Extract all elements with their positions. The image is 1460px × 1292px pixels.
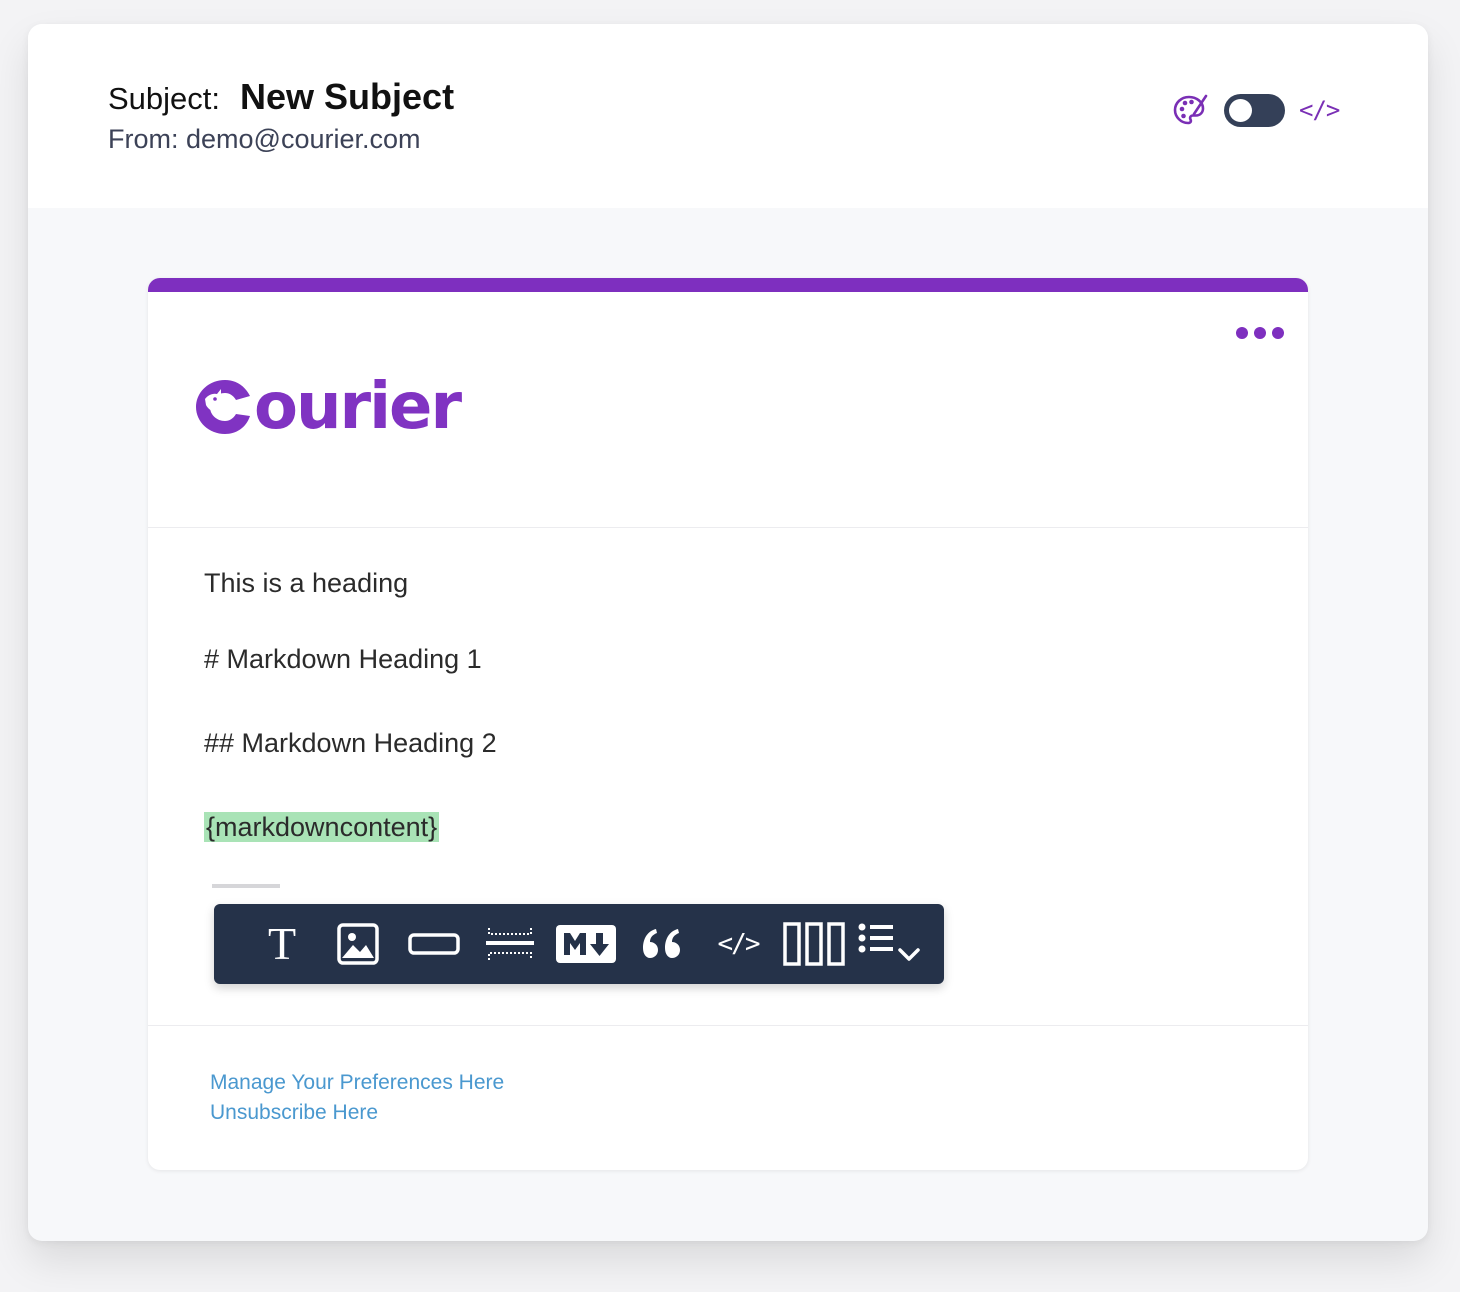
list-block-icon	[858, 923, 920, 961]
text-block-button[interactable]: T	[244, 904, 320, 984]
preview-toggle[interactable]	[1224, 93, 1285, 127]
palette-icon[interactable]	[1172, 92, 1208, 128]
image-block-icon	[337, 923, 379, 965]
brand-accent-bar	[148, 278, 1308, 292]
image-block-button[interactable]	[320, 904, 396, 984]
columns-block-icon	[783, 922, 845, 966]
from-address[interactable]: demo@courier.com	[186, 124, 421, 154]
divider-block-icon	[486, 928, 534, 960]
code-block-icon: </>	[717, 929, 761, 959]
quote-block-button[interactable]	[624, 904, 700, 984]
action-block-button[interactable]	[396, 904, 472, 984]
dot	[1254, 327, 1266, 339]
list-block-button[interactable]	[852, 904, 928, 984]
subject-line: Subject: New Subject	[108, 76, 454, 118]
editor-window: Subject: New Subject From: demo@courier.…	[28, 24, 1428, 1241]
more-options-icon[interactable]	[1236, 322, 1284, 344]
footer-divider	[148, 1025, 1308, 1026]
header-tools: </>	[1172, 90, 1340, 130]
text-block-icon: T	[267, 918, 297, 969]
unsubscribe-link[interactable]: Unsubscribe Here	[210, 1098, 504, 1128]
markdown-block-button[interactable]	[548, 904, 624, 984]
from-line: From: demo@courier.com	[108, 124, 421, 155]
courier-logo: ourier	[192, 372, 472, 442]
footer-links: Manage Your Preferences Here Unsubscribe…	[210, 1068, 504, 1128]
variable-line: {markdowncontent}	[204, 812, 440, 843]
drag-handle-line	[212, 884, 280, 888]
email-card: ourier This is a heading # Markdown Head…	[148, 278, 1308, 1170]
markdown-heading-1[interactable]: # Markdown Heading 1	[204, 644, 482, 675]
dot	[1236, 327, 1248, 339]
manage-preferences-link[interactable]: Manage Your Preferences Here	[210, 1068, 504, 1098]
logo-wordmark: ourier	[254, 370, 462, 444]
dot	[1272, 327, 1284, 339]
subject-label: Subject:	[108, 81, 221, 116]
quote-block-icon	[643, 929, 680, 958]
action-button-block-icon	[408, 933, 460, 955]
block-toolbar: T </>	[214, 904, 944, 984]
code-view-icon[interactable]: </>	[1299, 96, 1340, 124]
toggle-knob	[1229, 98, 1252, 122]
columns-block-button[interactable]	[776, 904, 852, 984]
courier-bird-icon	[196, 380, 250, 434]
markdown-block-icon	[556, 925, 616, 963]
code-block-button[interactable]: </>	[700, 904, 776, 984]
variable-chip[interactable]: {markdowncontent}	[204, 812, 440, 842]
heading-text[interactable]: This is a heading	[204, 568, 408, 599]
from-label: From:	[108, 124, 179, 154]
divider-block-button[interactable]	[472, 904, 548, 984]
section-divider	[148, 527, 1308, 528]
markdown-heading-2[interactable]: ## Markdown Heading 2	[204, 728, 497, 759]
subject-input[interactable]: New Subject	[240, 76, 454, 118]
email-header: Subject: New Subject From: demo@courier.…	[28, 24, 1428, 208]
